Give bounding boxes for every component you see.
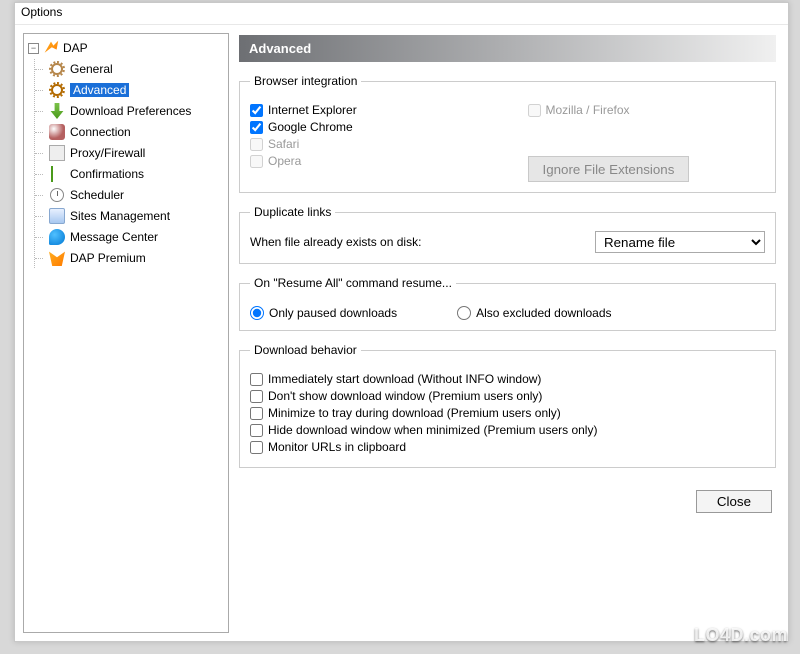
sidebar-item-label: Proxy/Firewall <box>70 146 145 160</box>
tree-root-dap[interactable]: − DAP <box>26 38 226 58</box>
sidebar-item-general[interactable]: General <box>45 59 226 79</box>
checkbox-opera-input <box>250 155 263 168</box>
checkbox-input[interactable] <box>250 424 263 437</box>
checkbox-label: Minimize to tray during download (Premiu… <box>268 406 561 420</box>
panel-title: Advanced <box>239 35 776 62</box>
sidebar-item-label: Sites Management <box>70 209 170 223</box>
group-legend: Browser integration <box>250 74 361 88</box>
sidebar-item-label: Confirmations <box>70 167 144 181</box>
firewall-icon <box>49 145 65 161</box>
checkbox-label: Don't show download window (Premium user… <box>268 389 542 403</box>
clock-icon <box>50 188 64 202</box>
checkbox-label: Opera <box>268 154 301 168</box>
sidebar-item-label: Connection <box>70 125 131 139</box>
group-legend: Download behavior <box>250 343 361 357</box>
close-button[interactable]: Close <box>696 490 772 513</box>
sidebar-item-label: Download Preferences <box>70 104 191 118</box>
sidebar-item-scheduler[interactable]: Scheduler <box>45 185 226 205</box>
sidebar-item-label: General <box>70 62 113 76</box>
sidebar-item-label: Advanced <box>70 83 129 97</box>
check-icon <box>51 166 53 182</box>
sidebar-item-advanced[interactable]: Advanced <box>45 80 226 100</box>
group-duplicate-links: Duplicate links When file already exists… <box>239 205 776 264</box>
checkbox-label: Immediately start download (Without INFO… <box>268 372 541 386</box>
checkbox-ie-input[interactable] <box>250 104 263 117</box>
checkbox-mozilla: Mozilla / Firefox <box>528 103 766 117</box>
radio-also-excluded-input[interactable] <box>457 306 471 320</box>
window-titlebar: Options <box>15 3 788 25</box>
radio-label: Also excluded downloads <box>476 306 611 320</box>
checkbox-safari-input <box>250 138 263 151</box>
options-tree: − DAP General Advanced Download Preferen… <box>23 33 229 633</box>
gear-icon <box>51 63 63 75</box>
checkbox-label: Google Chrome <box>268 120 353 134</box>
radio-only-paused-input[interactable] <box>250 306 264 320</box>
checkbox-label: Hide download window when minimized (Pre… <box>268 423 597 437</box>
checkbox-opera: Opera <box>250 154 488 168</box>
sidebar-item-sites-management[interactable]: Sites Management <box>45 206 226 226</box>
dap-icon <box>43 40 59 56</box>
connection-icon <box>49 124 65 140</box>
sidebar-item-label: DAP Premium <box>70 251 146 265</box>
options-window: Options − DAP General Advanced <box>14 2 789 642</box>
checkbox-label: Internet Explorer <box>268 103 357 117</box>
checkbox-chrome[interactable]: Google Chrome <box>250 120 488 134</box>
checkbox-label: Safari <box>268 137 299 151</box>
checkbox-immediate-start[interactable]: Immediately start download (Without INFO… <box>250 372 765 386</box>
sidebar-item-label: Scheduler <box>70 188 124 202</box>
message-icon <box>49 229 65 245</box>
group-browser-integration: Browser integration Internet Explorer Go… <box>239 74 776 193</box>
sidebar-item-label: Message Center <box>70 230 158 244</box>
checkbox-input[interactable] <box>250 441 263 454</box>
checkbox-hide-download-window[interactable]: Don't show download window (Premium user… <box>250 389 765 403</box>
checkbox-monitor-clipboard[interactable]: Monitor URLs in clipboard <box>250 440 765 454</box>
sidebar-item-message-center[interactable]: Message Center <box>45 227 226 247</box>
radio-also-excluded[interactable]: Also excluded downloads <box>457 306 611 320</box>
checkbox-input[interactable] <box>250 390 263 403</box>
group-download-behavior: Download behavior Immediately start down… <box>239 343 776 468</box>
sidebar-item-connection[interactable]: Connection <box>45 122 226 142</box>
checkbox-mozilla-input <box>528 104 541 117</box>
download-icon <box>49 103 65 119</box>
checkbox-minimize-to-tray[interactable]: Minimize to tray during download (Premiu… <box>250 406 765 420</box>
duplicate-label: When file already exists on disk: <box>250 235 421 249</box>
group-legend: Duplicate links <box>250 205 335 219</box>
checkbox-input[interactable] <box>250 373 263 386</box>
checkbox-chrome-input[interactable] <box>250 121 263 134</box>
premium-icon <box>49 250 65 266</box>
duplicate-action-select[interactable]: Rename file <box>595 231 765 253</box>
sidebar-item-confirmations[interactable]: Confirmations <box>45 164 226 184</box>
gear-icon <box>51 84 63 96</box>
checkbox-ie[interactable]: Internet Explorer <box>250 103 488 117</box>
radio-only-paused[interactable]: Only paused downloads <box>250 306 397 320</box>
options-content: Advanced Browser integration Internet Ex… <box>233 25 788 641</box>
tree-collapse-icon[interactable]: − <box>28 43 39 54</box>
checkbox-label: Mozilla / Firefox <box>546 103 630 117</box>
sidebar-item-proxy-firewall[interactable]: Proxy/Firewall <box>45 143 226 163</box>
checkbox-hide-when-minimized[interactable]: Hide download window when minimized (Pre… <box>250 423 765 437</box>
window-title: Options <box>21 5 62 19</box>
tree-root-label: DAP <box>63 41 88 55</box>
sites-icon <box>49 208 65 224</box>
radio-label: Only paused downloads <box>269 306 397 320</box>
checkbox-input[interactable] <box>250 407 263 420</box>
checkbox-label: Monitor URLs in clipboard <box>268 440 406 454</box>
checkbox-safari: Safari <box>250 137 488 151</box>
sidebar-item-download-preferences[interactable]: Download Preferences <box>45 101 226 121</box>
sidebar-item-dap-premium[interactable]: DAP Premium <box>45 248 226 268</box>
group-resume-all: On "Resume All" command resume... Only p… <box>239 276 776 331</box>
ignore-extensions-button[interactable]: Ignore File Extensions <box>528 156 690 182</box>
group-legend: On "Resume All" command resume... <box>250 276 456 290</box>
